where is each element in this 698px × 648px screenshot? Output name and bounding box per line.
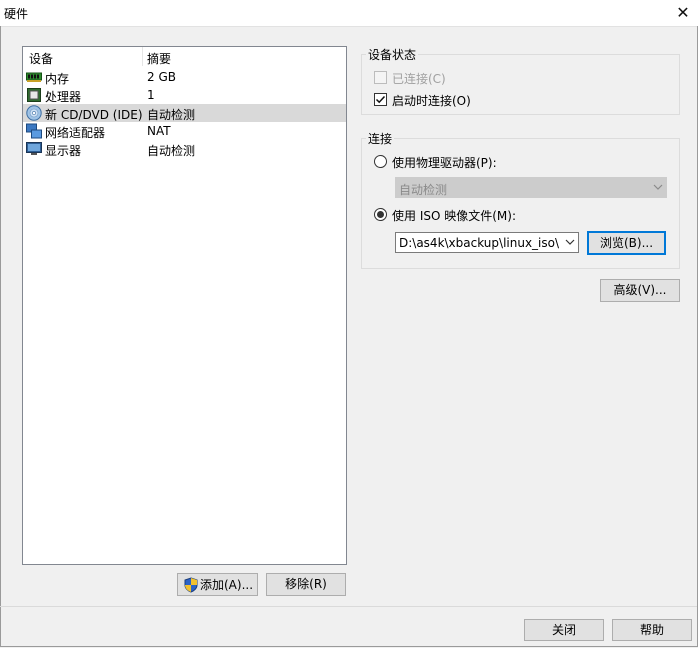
- device-name: 内存: [45, 72, 70, 86]
- device-row-memory[interactable]: 内存 2 GB: [23, 68, 346, 86]
- physical-drive-value: 自动检测: [399, 183, 448, 197]
- device-summary: 自动检测: [147, 144, 196, 158]
- connection-title: 连接: [366, 130, 395, 147]
- display-icon: [26, 141, 42, 157]
- device-row-cd-dvd[interactable]: 新 CD/DVD (IDE) 自动检测: [23, 104, 346, 122]
- device-summary: NAT: [147, 124, 171, 138]
- radio-dot: [377, 211, 384, 218]
- add-button[interactable]: 添加(A)...: [177, 573, 258, 596]
- physical-drive-select[interactable]: 自动检测: [395, 177, 667, 198]
- iso-image-label: 使用 ISO 映像文件(M):: [392, 209, 516, 223]
- close-button[interactable]: 关闭: [524, 619, 604, 641]
- device-row-network-adapter[interactable]: 网络适配器 NAT: [23, 122, 346, 140]
- device-row-display[interactable]: 显示器 自动检测: [23, 140, 346, 158]
- device-name: 新 CD/DVD (IDE): [45, 108, 143, 122]
- help-button[interactable]: 帮助: [612, 619, 692, 641]
- device-summary: 1: [147, 88, 155, 102]
- browse-button[interactable]: 浏览(B)...: [587, 231, 666, 255]
- device-summary: 自动检测: [147, 108, 196, 122]
- summary-column-header[interactable]: 摘要: [147, 50, 171, 67]
- processor-icon: [26, 87, 42, 103]
- window-title: 硬件: [4, 7, 29, 21]
- remove-button[interactable]: 移除(R): [266, 573, 346, 596]
- chevron-down-icon: [565, 235, 575, 252]
- divider: [0, 606, 697, 607]
- close-icon[interactable]: ✕: [672, 2, 694, 24]
- device-summary: 2 GB: [147, 70, 176, 84]
- device-column-header[interactable]: 设备: [29, 50, 53, 67]
- title-bar: 硬件 ✕: [0, 0, 698, 27]
- device-name: 网络适配器: [45, 126, 106, 140]
- device-status-title: 设备状态: [366, 46, 419, 63]
- device-name: 处理器: [45, 90, 82, 104]
- column-separator[interactable]: [142, 47, 143, 66]
- add-button-label: 添加(A)...: [200, 578, 254, 592]
- shield-icon: [183, 577, 199, 593]
- connect-at-power-on-label: 启动时连接(O): [392, 94, 471, 108]
- chevron-down-icon: [653, 180, 663, 197]
- checkmark-icon: [375, 95, 386, 104]
- cd-dvd-icon: [26, 105, 42, 121]
- connected-checkbox[interactable]: [374, 71, 387, 84]
- iso-path-value: D:\as4k\xbackup\linux_iso\Cer: [399, 236, 559, 250]
- device-list-header: 设备 摘要: [23, 47, 346, 66]
- advanced-button[interactable]: 高级(V)...: [600, 279, 680, 302]
- device-list[interactable]: 设备 摘要 内存 2 GB 处理器 1 新 CD/DVD (IDE) 自动检测 …: [22, 46, 347, 565]
- physical-drive-label: 使用物理驱动器(P):: [392, 156, 497, 170]
- physical-drive-radio[interactable]: [374, 155, 387, 168]
- connected-label: 已连接(C): [392, 72, 446, 86]
- connect-at-power-on-checkbox[interactable]: [374, 93, 387, 106]
- device-name: 显示器: [45, 144, 82, 158]
- memory-icon: [26, 69, 42, 85]
- iso-image-radio[interactable]: [374, 208, 387, 221]
- iso-path-select[interactable]: D:\as4k\xbackup\linux_iso\Cer: [395, 232, 579, 253]
- device-row-processor[interactable]: 处理器 1: [23, 86, 346, 104]
- network-adapter-icon: [26, 123, 42, 139]
